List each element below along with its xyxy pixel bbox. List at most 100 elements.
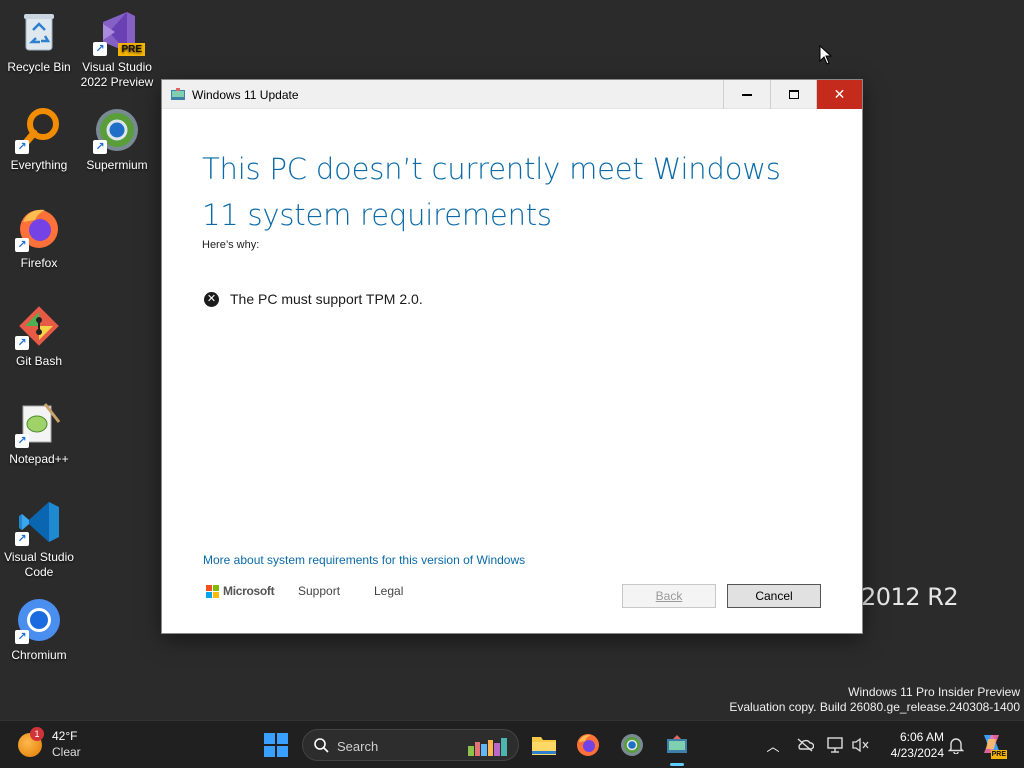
close-button[interactable]: ✕ xyxy=(816,80,862,109)
notepad-plus-plus-icon: ↗ xyxy=(15,400,63,448)
weather-widget[interactable]: 1 42°F Clear xyxy=(18,727,98,763)
update-app-icon xyxy=(171,87,185,100)
microsoft-wordmark: Microsoft xyxy=(223,584,275,598)
desktop-icon-chromium[interactable]: ↗ Chromium xyxy=(0,596,78,663)
taskbar-supermium[interactable] xyxy=(616,729,648,761)
network-monitor-icon xyxy=(827,737,843,753)
file-explorer-icon xyxy=(532,737,556,755)
desktop-icon-label: Notepad++ xyxy=(9,452,69,466)
windows-logo-icon xyxy=(264,733,288,757)
maximize-icon xyxy=(788,90,799,99)
start-button[interactable] xyxy=(260,729,292,761)
notifications-button[interactable] xyxy=(946,735,966,755)
page-title: This PC doesn’t currently meet Windows 1… xyxy=(202,152,781,232)
vscode-icon: ↗ xyxy=(15,498,63,546)
taskbar-search-box[interactable] xyxy=(302,729,519,761)
search-input[interactable] xyxy=(337,737,457,755)
title-bar[interactable]: Windows 11 Update ✕ xyxy=(162,80,862,109)
window-title: Windows 11 Update xyxy=(192,88,299,102)
minimize-icon xyxy=(741,93,752,96)
desktop-icon-label: Visual Studio Code xyxy=(4,550,74,579)
desktop-icon-label: Supermium xyxy=(86,158,148,172)
shortcut-arrow-icon: ↗ xyxy=(93,140,107,154)
chromium-icon: ↗ xyxy=(15,596,63,644)
volume-muted-icon xyxy=(852,737,869,753)
microsoft-squares-icon xyxy=(206,584,219,598)
copilot-button[interactable]: PRE xyxy=(979,731,1007,759)
minimize-button[interactable] xyxy=(723,80,769,109)
recycle-bin-icon xyxy=(15,8,63,56)
requirement-text: The PC must support TPM 2.0. xyxy=(230,291,423,307)
server-version-watermark: 2012 R2 xyxy=(861,583,959,611)
windows-update-app-icon xyxy=(667,735,687,753)
clock-date: 4/23/2024 xyxy=(890,746,944,760)
chevron-up-icon: ︿ xyxy=(766,738,780,754)
visual-studio-preview-icon: PRE ↗ xyxy=(93,8,145,56)
system-requirements-link[interactable]: More about system requirements for this … xyxy=(203,553,525,567)
copilot-pre-badge: PRE xyxy=(990,750,1007,759)
desktop-icon-notepad-plus-plus[interactable]: ↗ Notepad++ xyxy=(0,400,78,467)
edition-line: Windows 11 Pro Insider Preview xyxy=(848,685,1020,699)
bell-icon xyxy=(948,738,964,754)
preview-badge: PRE xyxy=(118,43,145,56)
build-line: Evaluation copy. Build 26080.ge_release.… xyxy=(729,700,1020,714)
search-highlight-books-icon xyxy=(468,738,507,756)
active-app-indicator xyxy=(670,763,684,766)
weather-notification-badge: 1 xyxy=(30,727,44,741)
shortcut-arrow-icon: ↗ xyxy=(15,434,29,448)
requirement-item: ✕ The PC must support TPM 2.0. xyxy=(204,291,423,307)
mouse-cursor-icon xyxy=(819,44,833,70)
taskbar-file-explorer[interactable] xyxy=(528,729,560,761)
edition-watermark: Windows 11 Pro Insider Preview Evaluatio… xyxy=(729,685,1020,715)
back-button-label: Back xyxy=(655,589,683,603)
onedrive-offline-icon xyxy=(797,738,814,752)
desktop-icon-visual-studio-code[interactable]: ↗ Visual Studio Code xyxy=(0,498,78,580)
reason-subheading: Here’s why: xyxy=(202,239,260,251)
cancel-button[interactable]: Cancel xyxy=(727,584,821,608)
taskbar-windows-update[interactable] xyxy=(661,729,693,761)
taskbar-clock[interactable]: 6:06 AM 4/23/2024 xyxy=(880,729,944,761)
taskbar-firefox[interactable] xyxy=(572,729,604,761)
desktop-icon-visual-studio-2022-preview[interactable]: PRE ↗ Visual Studio 2022 Preview xyxy=(78,8,156,90)
weather-condition: Clear xyxy=(52,745,81,759)
volume-tray-button[interactable] xyxy=(851,735,871,755)
onedrive-tray-button[interactable] xyxy=(795,735,815,755)
firefox-icon xyxy=(577,734,599,756)
taskbar: 1 42°F Clear ︿ xyxy=(0,720,1024,768)
desktop-icon-label: Visual Studio 2022 Preview xyxy=(80,60,154,89)
desktop-icon-git-bash[interactable]: ↗ Git Bash xyxy=(0,302,78,369)
desktop-icon-label: Recycle Bin xyxy=(7,60,71,74)
shortcut-arrow-icon: ↗ xyxy=(15,140,29,154)
supermium-icon: ↗ xyxy=(93,106,141,154)
desktop-icon-firefox[interactable]: ↗ Firefox xyxy=(0,204,78,271)
error-x-icon: ✕ xyxy=(204,291,219,307)
desktop-icon-label: Git Bash xyxy=(15,354,63,368)
microsoft-logo: Microsoft xyxy=(206,584,275,598)
desktop-icon-label: Chromium xyxy=(11,648,67,662)
back-button[interactable]: Back xyxy=(622,584,716,608)
desktop-icon-label: Everything xyxy=(10,158,68,172)
search-icon xyxy=(314,738,329,753)
shortcut-arrow-icon: ↗ xyxy=(15,336,29,350)
firefox-icon: ↗ xyxy=(15,204,63,252)
network-tray-button[interactable] xyxy=(826,735,846,755)
weather-temperature: 42°F xyxy=(52,729,78,743)
desktop-icon-label: Firefox xyxy=(20,256,58,270)
shortcut-arrow-icon: ↗ xyxy=(15,630,29,644)
windows-11-update-dialog: Windows 11 Update ✕ This PC doesn’t curr… xyxy=(162,80,862,633)
desktop-icon-everything[interactable]: ↗ Everything xyxy=(0,106,78,173)
desktop-icon-supermium[interactable]: ↗ Supermium xyxy=(78,106,156,173)
maximize-button[interactable] xyxy=(770,80,816,109)
supermium-icon xyxy=(621,734,643,756)
legal-link[interactable]: Legal xyxy=(374,584,403,598)
shortcut-arrow-icon: ↗ xyxy=(15,238,29,252)
show-hidden-icons-button[interactable]: ︿ xyxy=(763,735,783,755)
support-link[interactable]: Support xyxy=(298,584,340,598)
shortcut-arrow-icon: ↗ xyxy=(93,42,107,56)
close-icon: ✕ xyxy=(833,86,846,102)
shortcut-arrow-icon: ↗ xyxy=(15,532,29,546)
desktop-icon-recycle-bin[interactable]: Recycle Bin xyxy=(0,8,78,75)
git-bash-icon: ↗ xyxy=(15,302,63,350)
clock-time: 6:06 AM xyxy=(899,730,944,744)
cancel-button-label: Cancel xyxy=(755,589,793,603)
